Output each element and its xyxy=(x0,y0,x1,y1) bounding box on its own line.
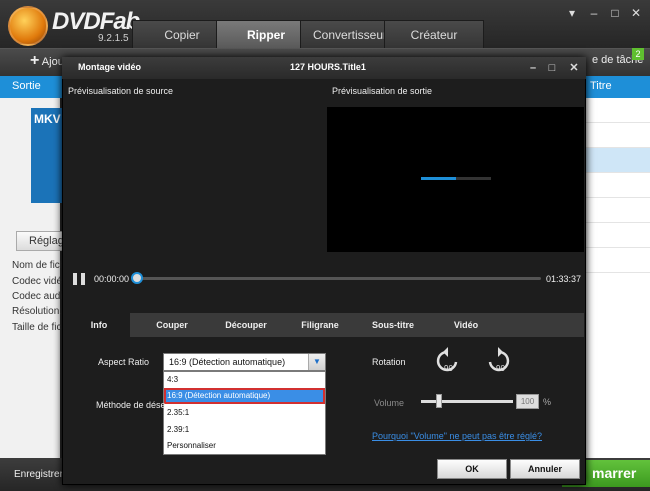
volume-unit: % xyxy=(543,397,552,407)
seek-bar[interactable] xyxy=(136,277,541,280)
list-item[interactable] xyxy=(585,123,650,148)
app-version: 9.2.1.5 xyxy=(98,33,129,44)
file-size-label: Taille de fich xyxy=(12,322,68,333)
add-source-label: Ajou xyxy=(41,56,64,68)
ok-button[interactable]: OK xyxy=(437,459,507,479)
volume-handle[interactable] xyxy=(436,394,442,408)
mkv-label: MKV xyxy=(34,112,61,126)
tab-decouper[interactable]: Découper xyxy=(220,313,272,337)
tab-filigrane[interactable]: Filigrane xyxy=(294,313,346,337)
tab-createur[interactable]: Créateur xyxy=(384,20,484,48)
tab-couper[interactable]: Couper xyxy=(146,313,198,337)
aspect-option-2-35[interactable]: 2.35:1 xyxy=(164,405,325,421)
aspect-option-4-3[interactable]: 4:3 xyxy=(164,372,325,388)
aspect-ratio-select[interactable]: 16:9 (Détection automatique) xyxy=(163,353,326,371)
dialog-title: Montage vidéo xyxy=(78,62,142,72)
dialog-maximize-icon[interactable]: □ xyxy=(545,61,559,75)
list-item[interactable] xyxy=(585,198,650,223)
aspect-option-2-39[interactable]: 2.39:1 xyxy=(164,422,325,438)
tab-info[interactable]: Info xyxy=(68,313,130,337)
add-source-button[interactable]: + Ajou xyxy=(30,52,64,70)
output-preview-label: Prévisualisation de sortie xyxy=(332,86,433,96)
tab-sous-titre[interactable]: Sous-titre xyxy=(367,313,419,337)
volume-value[interactable]: 100 xyxy=(516,394,539,409)
rotate-left-value: 90 xyxy=(444,364,453,373)
volume-slider[interactable] xyxy=(421,400,513,403)
tab-video[interactable]: Vidéo xyxy=(440,313,492,337)
resolution-label: Résolution:7 xyxy=(12,306,68,317)
file-name-label: Nom de fich xyxy=(12,260,66,271)
rotate-right-value: 90 xyxy=(496,364,505,373)
reglage-button[interactable]: Réglage xyxy=(16,231,70,251)
source-preview-label: Prévisualisation de source xyxy=(68,86,174,96)
video-codec-label: Codec vidéo xyxy=(12,276,68,287)
seek-handle[interactable] xyxy=(131,272,143,284)
maximize-icon[interactable]: □ xyxy=(607,6,623,20)
rotation-label: Rotation xyxy=(372,357,406,367)
save-location-label: Enregistrer: xyxy=(14,469,66,480)
list-item[interactable] xyxy=(585,248,650,273)
task-count-badge: 2 xyxy=(632,48,644,60)
dialog-file-title: 127 HOURS.Title1 xyxy=(290,62,366,72)
dialog-close-icon[interactable]: ✕ xyxy=(567,61,581,75)
list-item[interactable] xyxy=(585,148,650,173)
total-time: 01:33:37 xyxy=(546,274,582,284)
plus-icon: + xyxy=(30,52,40,69)
deinterlace-method-label: Méthode de dése xyxy=(96,400,166,410)
dialog-minimize-icon[interactable]: – xyxy=(526,61,540,75)
minimize-icon[interactable]: – xyxy=(586,6,602,20)
aspect-option-custom[interactable]: Personnaliser xyxy=(164,438,325,454)
rotate-right-icon[interactable]: 90 xyxy=(484,346,512,374)
chevron-down-icon[interactable]: ▼ xyxy=(308,354,325,370)
current-time: 00:00:00 xyxy=(94,274,130,284)
dvdfab-logo-icon xyxy=(8,6,48,46)
audio-codec-label: Codec audio xyxy=(12,291,69,302)
column-titre: Titre xyxy=(590,80,612,92)
aspect-ratio-label: Aspect Ratio xyxy=(98,357,150,367)
close-icon[interactable]: ✕ xyxy=(628,6,644,20)
volume-label: Volume xyxy=(374,398,405,408)
volume-help-link[interactable]: Pourquoi "Volume" ne peut pas être réglé… xyxy=(372,431,542,441)
pause-icon[interactable] xyxy=(73,273,87,285)
list-item[interactable] xyxy=(585,98,650,123)
app-brand: DVDFab xyxy=(52,8,140,35)
rotate-left-icon[interactable]: 90 xyxy=(434,346,462,374)
loading-bar-fill xyxy=(421,177,456,180)
column-sortie: Sortie xyxy=(12,80,41,92)
cancel-button[interactable]: Annuler xyxy=(510,459,580,479)
list-item[interactable] xyxy=(585,223,650,248)
menu-dropdown-icon[interactable]: ▾ xyxy=(564,6,580,20)
list-item[interactable] xyxy=(585,173,650,198)
aspect-option-16-9[interactable]: 16:9 (Détection automatique) xyxy=(164,388,325,404)
